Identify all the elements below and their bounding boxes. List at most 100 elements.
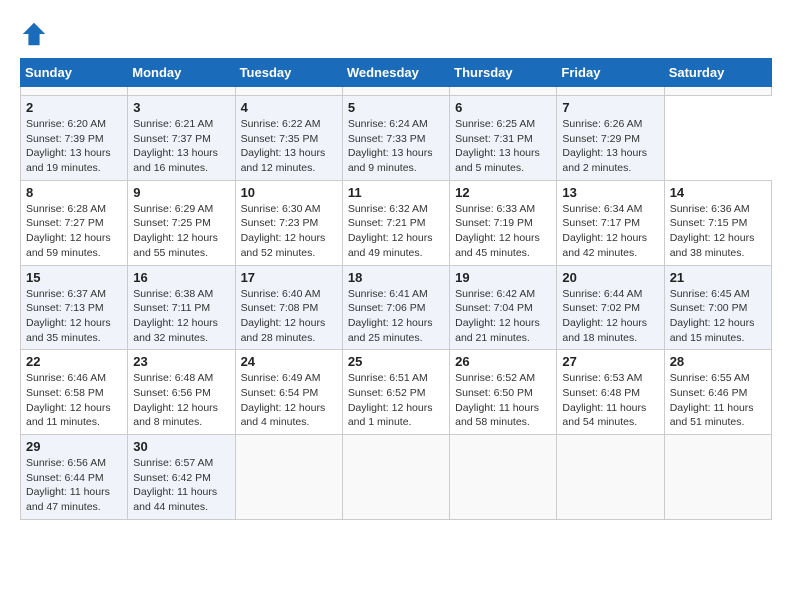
day-info: Sunrise: 6:36 AM Sunset: 7:15 PM Dayligh… xyxy=(670,202,766,261)
calendar-cell: 29 Sunrise: 6:56 AM Sunset: 6:44 PM Dayl… xyxy=(21,435,128,520)
day-info: Sunrise: 6:51 AM Sunset: 6:52 PM Dayligh… xyxy=(348,371,444,430)
calendar-cell: 27 Sunrise: 6:53 AM Sunset: 6:48 PM Dayl… xyxy=(557,350,664,435)
day-info: Sunrise: 6:48 AM Sunset: 6:56 PM Dayligh… xyxy=(133,371,229,430)
day-number: 3 xyxy=(133,100,229,115)
day-info: Sunrise: 6:32 AM Sunset: 7:21 PM Dayligh… xyxy=(348,202,444,261)
day-number: 27 xyxy=(562,354,658,369)
day-info: Sunrise: 6:20 AM Sunset: 7:39 PM Dayligh… xyxy=(26,117,122,176)
calendar-cell: 21 Sunrise: 6:45 AM Sunset: 7:00 PM Dayl… xyxy=(664,265,771,350)
calendar-cell xyxy=(664,87,771,96)
day-info: Sunrise: 6:22 AM Sunset: 7:35 PM Dayligh… xyxy=(241,117,337,176)
calendar-week xyxy=(21,87,772,96)
calendar-cell: 14 Sunrise: 6:36 AM Sunset: 7:15 PM Dayl… xyxy=(664,180,771,265)
calendar-week: 22 Sunrise: 6:46 AM Sunset: 6:58 PM Dayl… xyxy=(21,350,772,435)
calendar-cell: 17 Sunrise: 6:40 AM Sunset: 7:08 PM Dayl… xyxy=(235,265,342,350)
day-number: 2 xyxy=(26,100,122,115)
day-number: 15 xyxy=(26,270,122,285)
calendar-cell: 10 Sunrise: 6:30 AM Sunset: 7:23 PM Dayl… xyxy=(235,180,342,265)
calendar-cell: 4 Sunrise: 6:22 AM Sunset: 7:35 PM Dayli… xyxy=(235,96,342,181)
day-number: 20 xyxy=(562,270,658,285)
logo-icon xyxy=(20,20,48,48)
day-number: 6 xyxy=(455,100,551,115)
day-number: 13 xyxy=(562,185,658,200)
day-info: Sunrise: 6:38 AM Sunset: 7:11 PM Dayligh… xyxy=(133,287,229,346)
day-number: 21 xyxy=(670,270,766,285)
day-info: Sunrise: 6:55 AM Sunset: 6:46 PM Dayligh… xyxy=(670,371,766,430)
calendar-cell: 6 Sunrise: 6:25 AM Sunset: 7:31 PM Dayli… xyxy=(450,96,557,181)
calendar-cell: 16 Sunrise: 6:38 AM Sunset: 7:11 PM Dayl… xyxy=(128,265,235,350)
day-number: 4 xyxy=(241,100,337,115)
day-info: Sunrise: 6:24 AM Sunset: 7:33 PM Dayligh… xyxy=(348,117,444,176)
day-info: Sunrise: 6:33 AM Sunset: 7:19 PM Dayligh… xyxy=(455,202,551,261)
day-number: 7 xyxy=(562,100,658,115)
header-monday: Monday xyxy=(128,59,235,87)
day-number: 28 xyxy=(670,354,766,369)
calendar-week: 2 Sunrise: 6:20 AM Sunset: 7:39 PM Dayli… xyxy=(21,96,772,181)
calendar-cell xyxy=(342,87,449,96)
calendar-cell: 9 Sunrise: 6:29 AM Sunset: 7:25 PM Dayli… xyxy=(128,180,235,265)
day-info: Sunrise: 6:25 AM Sunset: 7:31 PM Dayligh… xyxy=(455,117,551,176)
day-info: Sunrise: 6:46 AM Sunset: 6:58 PM Dayligh… xyxy=(26,371,122,430)
calendar-cell: 15 Sunrise: 6:37 AM Sunset: 7:13 PM Dayl… xyxy=(21,265,128,350)
calendar-cell: 28 Sunrise: 6:55 AM Sunset: 6:46 PM Dayl… xyxy=(664,350,771,435)
day-info: Sunrise: 6:45 AM Sunset: 7:00 PM Dayligh… xyxy=(670,287,766,346)
calendar-cell: 3 Sunrise: 6:21 AM Sunset: 7:37 PM Dayli… xyxy=(128,96,235,181)
day-number: 25 xyxy=(348,354,444,369)
day-number: 9 xyxy=(133,185,229,200)
header-thursday: Thursday xyxy=(450,59,557,87)
day-info: Sunrise: 6:41 AM Sunset: 7:06 PM Dayligh… xyxy=(348,287,444,346)
day-number: 10 xyxy=(241,185,337,200)
calendar-cell: 2 Sunrise: 6:20 AM Sunset: 7:39 PM Dayli… xyxy=(21,96,128,181)
header-tuesday: Tuesday xyxy=(235,59,342,87)
calendar-cell xyxy=(235,435,342,520)
day-info: Sunrise: 6:52 AM Sunset: 6:50 PM Dayligh… xyxy=(455,371,551,430)
day-number: 23 xyxy=(133,354,229,369)
day-info: Sunrise: 6:42 AM Sunset: 7:04 PM Dayligh… xyxy=(455,287,551,346)
calendar-cell xyxy=(557,87,664,96)
day-info: Sunrise: 6:37 AM Sunset: 7:13 PM Dayligh… xyxy=(26,287,122,346)
calendar-cell: 5 Sunrise: 6:24 AM Sunset: 7:33 PM Dayli… xyxy=(342,96,449,181)
header-wednesday: Wednesday xyxy=(342,59,449,87)
calendar-table: SundayMondayTuesdayWednesdayThursdayFrid… xyxy=(20,58,772,520)
calendar-cell: 11 Sunrise: 6:32 AM Sunset: 7:21 PM Dayl… xyxy=(342,180,449,265)
calendar-cell: 13 Sunrise: 6:34 AM Sunset: 7:17 PM Dayl… xyxy=(557,180,664,265)
calendar-week: 29 Sunrise: 6:56 AM Sunset: 6:44 PM Dayl… xyxy=(21,435,772,520)
day-number: 14 xyxy=(670,185,766,200)
day-number: 12 xyxy=(455,185,551,200)
page-header xyxy=(20,20,772,48)
calendar-cell: 30 Sunrise: 6:57 AM Sunset: 6:42 PM Dayl… xyxy=(128,435,235,520)
calendar-cell: 25 Sunrise: 6:51 AM Sunset: 6:52 PM Dayl… xyxy=(342,350,449,435)
calendar-week: 8 Sunrise: 6:28 AM Sunset: 7:27 PM Dayli… xyxy=(21,180,772,265)
calendar-cell: 8 Sunrise: 6:28 AM Sunset: 7:27 PM Dayli… xyxy=(21,180,128,265)
calendar-week: 15 Sunrise: 6:37 AM Sunset: 7:13 PM Dayl… xyxy=(21,265,772,350)
day-info: Sunrise: 6:34 AM Sunset: 7:17 PM Dayligh… xyxy=(562,202,658,261)
header-saturday: Saturday xyxy=(664,59,771,87)
day-number: 19 xyxy=(455,270,551,285)
calendar-cell: 18 Sunrise: 6:41 AM Sunset: 7:06 PM Dayl… xyxy=(342,265,449,350)
day-number: 8 xyxy=(26,185,122,200)
day-info: Sunrise: 6:49 AM Sunset: 6:54 PM Dayligh… xyxy=(241,371,337,430)
calendar-cell xyxy=(342,435,449,520)
day-info: Sunrise: 6:56 AM Sunset: 6:44 PM Dayligh… xyxy=(26,456,122,515)
calendar-cell xyxy=(128,87,235,96)
calendar-cell xyxy=(450,87,557,96)
day-info: Sunrise: 6:26 AM Sunset: 7:29 PM Dayligh… xyxy=(562,117,658,176)
calendar-cell xyxy=(450,435,557,520)
day-info: Sunrise: 6:30 AM Sunset: 7:23 PM Dayligh… xyxy=(241,202,337,261)
calendar-cell xyxy=(21,87,128,96)
day-info: Sunrise: 6:21 AM Sunset: 7:37 PM Dayligh… xyxy=(133,117,229,176)
calendar-cell: 24 Sunrise: 6:49 AM Sunset: 6:54 PM Dayl… xyxy=(235,350,342,435)
day-number: 16 xyxy=(133,270,229,285)
calendar-cell: 23 Sunrise: 6:48 AM Sunset: 6:56 PM Dayl… xyxy=(128,350,235,435)
day-number: 24 xyxy=(241,354,337,369)
calendar-cell: 12 Sunrise: 6:33 AM Sunset: 7:19 PM Dayl… xyxy=(450,180,557,265)
calendar-cell: 22 Sunrise: 6:46 AM Sunset: 6:58 PM Dayl… xyxy=(21,350,128,435)
day-number: 17 xyxy=(241,270,337,285)
day-number: 26 xyxy=(455,354,551,369)
header-row: SundayMondayTuesdayWednesdayThursdayFrid… xyxy=(21,59,772,87)
day-info: Sunrise: 6:44 AM Sunset: 7:02 PM Dayligh… xyxy=(562,287,658,346)
day-info: Sunrise: 6:57 AM Sunset: 6:42 PM Dayligh… xyxy=(133,456,229,515)
calendar-cell: 20 Sunrise: 6:44 AM Sunset: 7:02 PM Dayl… xyxy=(557,265,664,350)
day-info: Sunrise: 6:40 AM Sunset: 7:08 PM Dayligh… xyxy=(241,287,337,346)
header-sunday: Sunday xyxy=(21,59,128,87)
